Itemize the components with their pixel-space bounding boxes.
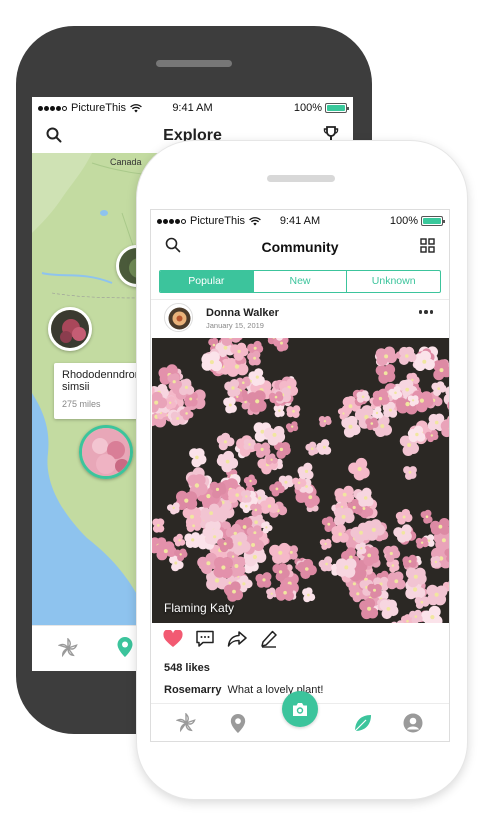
post-date: January 15, 2019: [206, 321, 264, 330]
flower-photo: [152, 338, 449, 623]
flower-icon[interactable]: [175, 712, 196, 738]
grid-icon[interactable]: [420, 238, 435, 258]
status-bar: PictureThis 9:41 AM 100%: [32, 97, 353, 119]
camera-button[interactable]: [282, 691, 318, 727]
map-pin[interactable]: [48, 307, 92, 351]
heart-icon[interactable]: [163, 629, 183, 653]
back-phone-speaker: [156, 60, 232, 67]
map-label-canada: Canada: [110, 157, 142, 167]
tab-new[interactable]: New: [254, 271, 348, 292]
photo-caption: Flaming Katy: [164, 601, 235, 615]
battery-icon: [325, 103, 349, 113]
community-header: Community: [151, 232, 449, 262]
leaf-icon[interactable]: [353, 713, 373, 738]
avatar[interactable]: [164, 303, 193, 332]
location-icon[interactable]: [116, 636, 134, 663]
tab-popular[interactable]: Popular: [160, 271, 254, 292]
tab-unknown[interactable]: Unknown: [347, 271, 440, 292]
battery-icon: [421, 216, 445, 226]
comment-icon[interactable]: [195, 630, 215, 653]
bottom-tab-bar: [151, 691, 449, 741]
like-count: 548 likes: [164, 662, 210, 674]
community-tabs: Popular New Unknown: [159, 270, 441, 293]
community-screen: PictureThis 9:41 AM 100% Community Popul…: [150, 209, 450, 742]
post-photo[interactable]: Flaming Katy: [152, 338, 449, 623]
profile-icon[interactable]: [403, 713, 423, 738]
post-actions: [163, 629, 303, 653]
divider: [151, 299, 449, 300]
battery-percent: 100%: [293, 102, 322, 114]
share-icon[interactable]: [227, 630, 247, 653]
comment-author[interactable]: Rosemarry: [164, 684, 221, 696]
front-phone-speaker: [267, 175, 335, 182]
flower-icon[interactable]: [57, 637, 78, 663]
camera-icon: [293, 702, 307, 716]
post-author[interactable]: Donna Walker: [206, 307, 279, 319]
map-pin-selected[interactable]: [79, 425, 133, 479]
location-icon[interactable]: [229, 713, 247, 739]
page-title: Community: [261, 239, 339, 255]
pencil-icon[interactable]: [259, 630, 279, 653]
more-icon[interactable]: [418, 310, 433, 314]
post-header: Donna Walker January 15, 2019: [151, 303, 449, 337]
battery-percent: 100%: [389, 215, 418, 227]
status-bar: PictureThis 9:41 AM 100%: [151, 210, 449, 232]
